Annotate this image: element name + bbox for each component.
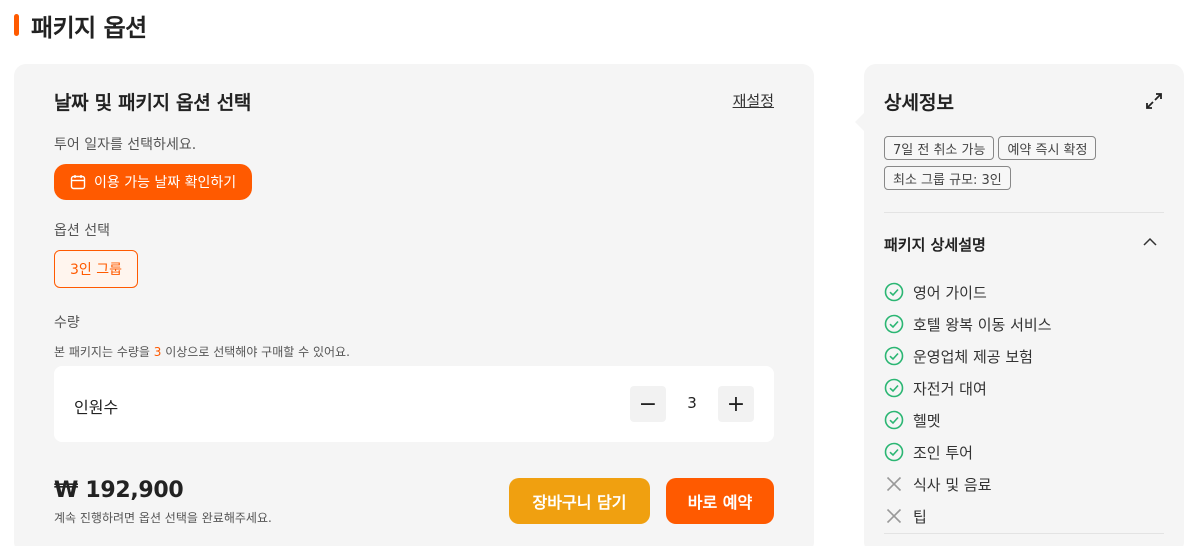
package-description-title: 패키지 상세설명 bbox=[884, 236, 986, 254]
feature-label: 조인 투어 bbox=[913, 443, 973, 462]
feature-list: 영어 가이드 호텔 왕복 이동 서비스 운영업체 제공 보험 자전거 대여 헬멧… bbox=[884, 276, 1052, 532]
expand-icon[interactable] bbox=[1144, 91, 1164, 111]
quantity-increase-button[interactable]: + bbox=[718, 386, 754, 422]
feature-label: 영어 가이드 bbox=[913, 283, 987, 302]
feature-label: 식사 및 음료 bbox=[913, 475, 992, 494]
feature-item: 영어 가이드 bbox=[884, 276, 1052, 308]
book-now-button[interactable]: 바로 예약 bbox=[666, 478, 774, 524]
section-title: 패키지 옵션 bbox=[31, 13, 147, 42]
check-circle-icon bbox=[884, 346, 904, 366]
divider bbox=[884, 212, 1164, 213]
feature-item: 식사 및 음료 bbox=[884, 468, 1052, 500]
quantity-decrease-button[interactable]: − bbox=[630, 386, 666, 422]
add-to-cart-button[interactable]: 장바구니 담기 bbox=[509, 478, 650, 524]
feature-item: 호텔 왕복 이동 서비스 bbox=[884, 308, 1052, 340]
chevron-up-icon[interactable] bbox=[1142, 234, 1158, 250]
feature-item: 헬멧 bbox=[884, 404, 1052, 436]
quantity-value: 3 bbox=[687, 394, 697, 412]
feature-label: 운영업체 제공 보험 bbox=[913, 347, 1033, 366]
options-panel: 날짜 및 패키지 옵션 선택 재설정 투어 일자를 선택하세요. 이용 가능 날… bbox=[14, 64, 814, 546]
tag-instant-confirmation: 예약 즉시 확정 bbox=[998, 136, 1097, 160]
tag-min-group-size: 최소 그룹 규모: 3인 bbox=[884, 166, 1011, 190]
date-prompt: 투어 일자를 선택하세요. bbox=[54, 137, 197, 153]
x-icon bbox=[886, 508, 902, 524]
price-note: 계속 진행하려면 옵션 선택을 완료해주세요. bbox=[54, 511, 272, 525]
details-panel-title: 상세정보 bbox=[884, 92, 954, 114]
accent-bar bbox=[14, 14, 19, 36]
reset-link[interactable]: 재설정 bbox=[733, 90, 774, 111]
check-circle-icon bbox=[884, 378, 904, 398]
quantity-note: 본 패키지는 수량을 3 이상으로 선택해야 구매할 수 있어요. bbox=[54, 343, 350, 360]
option-chip-3-group[interactable]: 3인 그룹 bbox=[54, 250, 138, 288]
divider bbox=[884, 533, 1164, 534]
option-label: 옵션 선택 bbox=[54, 223, 110, 239]
quantity-row: 인원수 − 3 + bbox=[54, 366, 774, 442]
quantity-row-label: 인원수 bbox=[74, 398, 119, 417]
options-panel-title: 날짜 및 패키지 옵션 선택 bbox=[54, 92, 252, 114]
calendar-icon bbox=[70, 175, 86, 190]
total-price: ₩ 192,900 bbox=[54, 478, 184, 503]
check-circle-icon bbox=[884, 410, 904, 430]
quantity-note-before: 본 패키지는 수량을 bbox=[54, 345, 154, 359]
feature-item: 조인 투어 bbox=[884, 436, 1052, 468]
section-header: 패키지 옵션 bbox=[14, 8, 147, 42]
feature-label: 팁 bbox=[913, 507, 927, 526]
check-circle-icon bbox=[884, 442, 904, 462]
panel-pointer bbox=[855, 112, 865, 132]
check-circle-icon bbox=[884, 314, 904, 334]
feature-item: 팁 bbox=[884, 500, 1052, 532]
check-dates-label: 이용 가능 날짜 확인하기 bbox=[94, 175, 237, 191]
quantity-note-after: 이상으로 선택해야 구매할 수 있어요. bbox=[161, 345, 350, 359]
feature-label: 헬멧 bbox=[913, 411, 941, 430]
x-icon bbox=[886, 476, 902, 492]
feature-label: 자전거 대여 bbox=[913, 379, 987, 398]
quantity-label: 수량 bbox=[54, 315, 80, 331]
feature-label: 호텔 왕복 이동 서비스 bbox=[913, 315, 1052, 334]
detail-tags: 7일 전 취소 가능 예약 즉시 확정 최소 그룹 규모: 3인 bbox=[884, 136, 1164, 190]
feature-item: 자전거 대여 bbox=[884, 372, 1052, 404]
details-panel: 상세정보 7일 전 취소 가능 예약 즉시 확정 최소 그룹 규모: 3인 패키… bbox=[855, 64, 1184, 546]
tag-free-cancellation: 7일 전 취소 가능 bbox=[884, 136, 995, 160]
feature-item: 운영업체 제공 보험 bbox=[884, 340, 1052, 372]
check-circle-icon bbox=[884, 282, 904, 302]
check-dates-button[interactable]: 이용 가능 날짜 확인하기 bbox=[54, 164, 253, 200]
